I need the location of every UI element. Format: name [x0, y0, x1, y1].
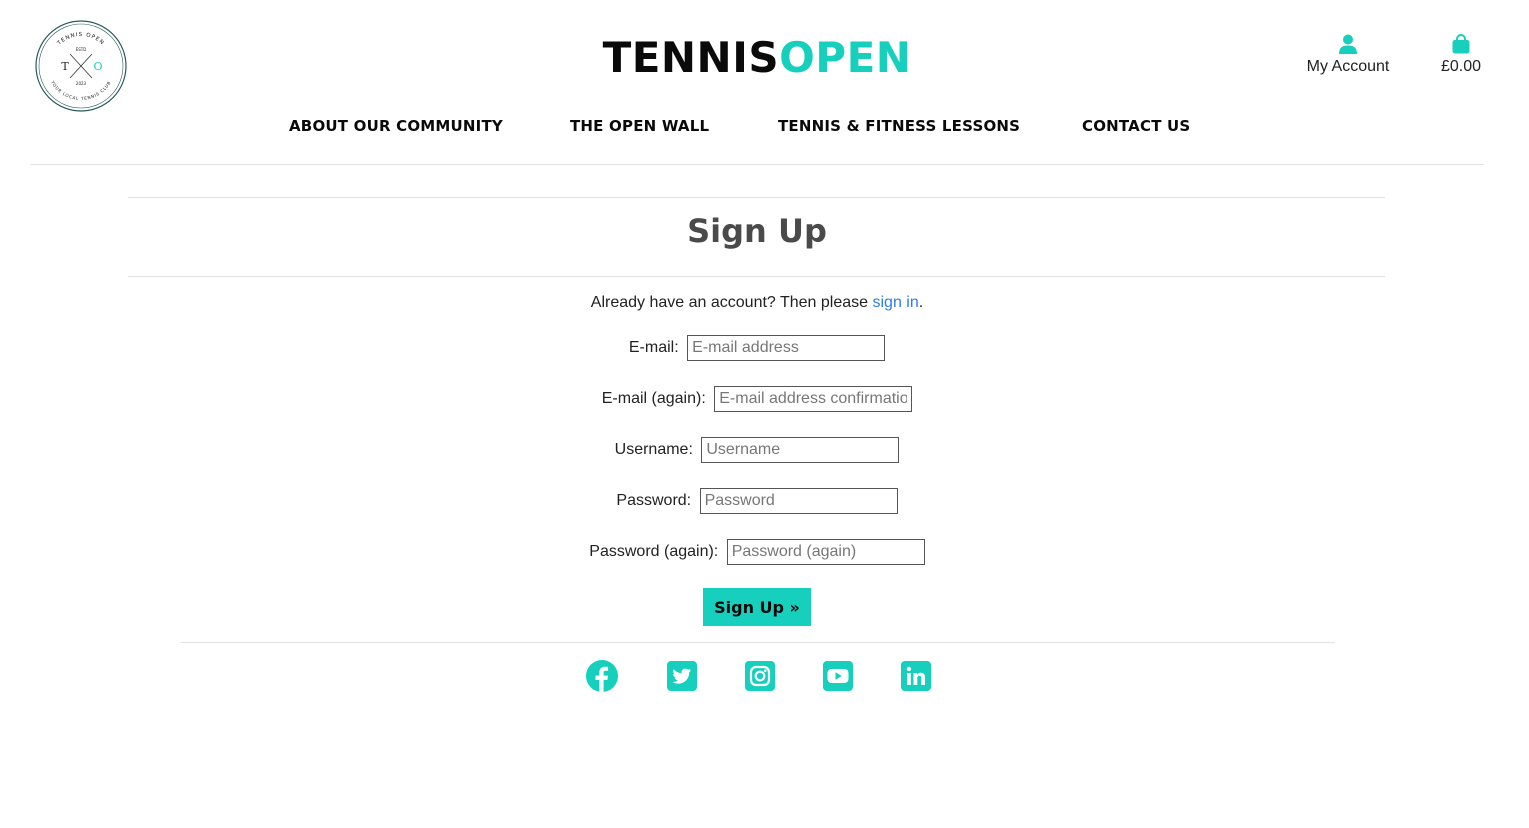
already-suffix: . [918, 294, 924, 311]
password-field[interactable] [699, 488, 898, 514]
password-confirm-label: Password (again): [589, 543, 719, 560]
sign-up-button[interactable]: Sign Up » [703, 588, 811, 626]
nav-the-open-wall[interactable]: THE OPEN WALL [570, 117, 709, 135]
username-field[interactable] [701, 437, 900, 463]
page-title: Sign Up [687, 212, 827, 250]
email-label: E-mail: [628, 339, 679, 356]
brand-logo-text[interactable]: TENNISOPEN [0, 32, 1514, 84]
email-field[interactable] [687, 335, 886, 361]
password-label: Password: [616, 492, 692, 509]
my-account-link[interactable]: My Account [1296, 34, 1400, 76]
username-label: Username: [614, 441, 693, 458]
sign-in-link[interactable]: sign in [872, 294, 918, 311]
brand-part-tennis: TENNIS [602, 33, 780, 82]
footer-divider [181, 642, 1335, 643]
already-prefix: Already have an account? Then please [590, 294, 873, 311]
password-confirm-row: Password (again): [0, 537, 1514, 567]
twitter-icon[interactable] [666, 660, 698, 692]
linkedin-icon[interactable] [900, 660, 932, 692]
bag-total: £0.00 [1440, 58, 1482, 75]
email-confirm-row: E-mail (again): [0, 384, 1514, 414]
email-confirm-label: E-mail (again): [601, 390, 706, 407]
nav-tennis-fitness-lessons[interactable]: TENNIS & FITNESS LESSONS [778, 117, 1020, 135]
header-divider [30, 164, 1484, 165]
already-have-account-text: Already have an account? Then please sig… [0, 294, 1514, 312]
password-row: Password: [0, 486, 1514, 516]
password-confirm-field[interactable] [726, 539, 925, 565]
shopping-bag-icon [1452, 34, 1470, 54]
email-confirm-field[interactable] [714, 386, 913, 412]
my-account-label: My Account [1306, 58, 1390, 75]
nav-contact-us[interactable]: CONTACT US [1082, 117, 1190, 135]
username-row: Username: [0, 435, 1514, 465]
main-nav: ABOUT OUR COMMUNITY THE OPEN WALL TENNIS… [0, 117, 1529, 139]
facebook-icon[interactable] [586, 660, 618, 692]
youtube-icon[interactable] [822, 660, 854, 692]
instagram-icon[interactable] [744, 660, 776, 692]
user-icon [1339, 34, 1357, 54]
nav-about-our-community[interactable]: ABOUT OUR COMMUNITY [289, 117, 503, 135]
email-row: E-mail: [0, 333, 1514, 363]
brand-part-open: OPEN [779, 33, 912, 82]
title-divider-top [128, 197, 1385, 198]
title-divider-bottom [128, 276, 1385, 277]
shopping-bag-link[interactable]: £0.00 [1432, 34, 1490, 76]
